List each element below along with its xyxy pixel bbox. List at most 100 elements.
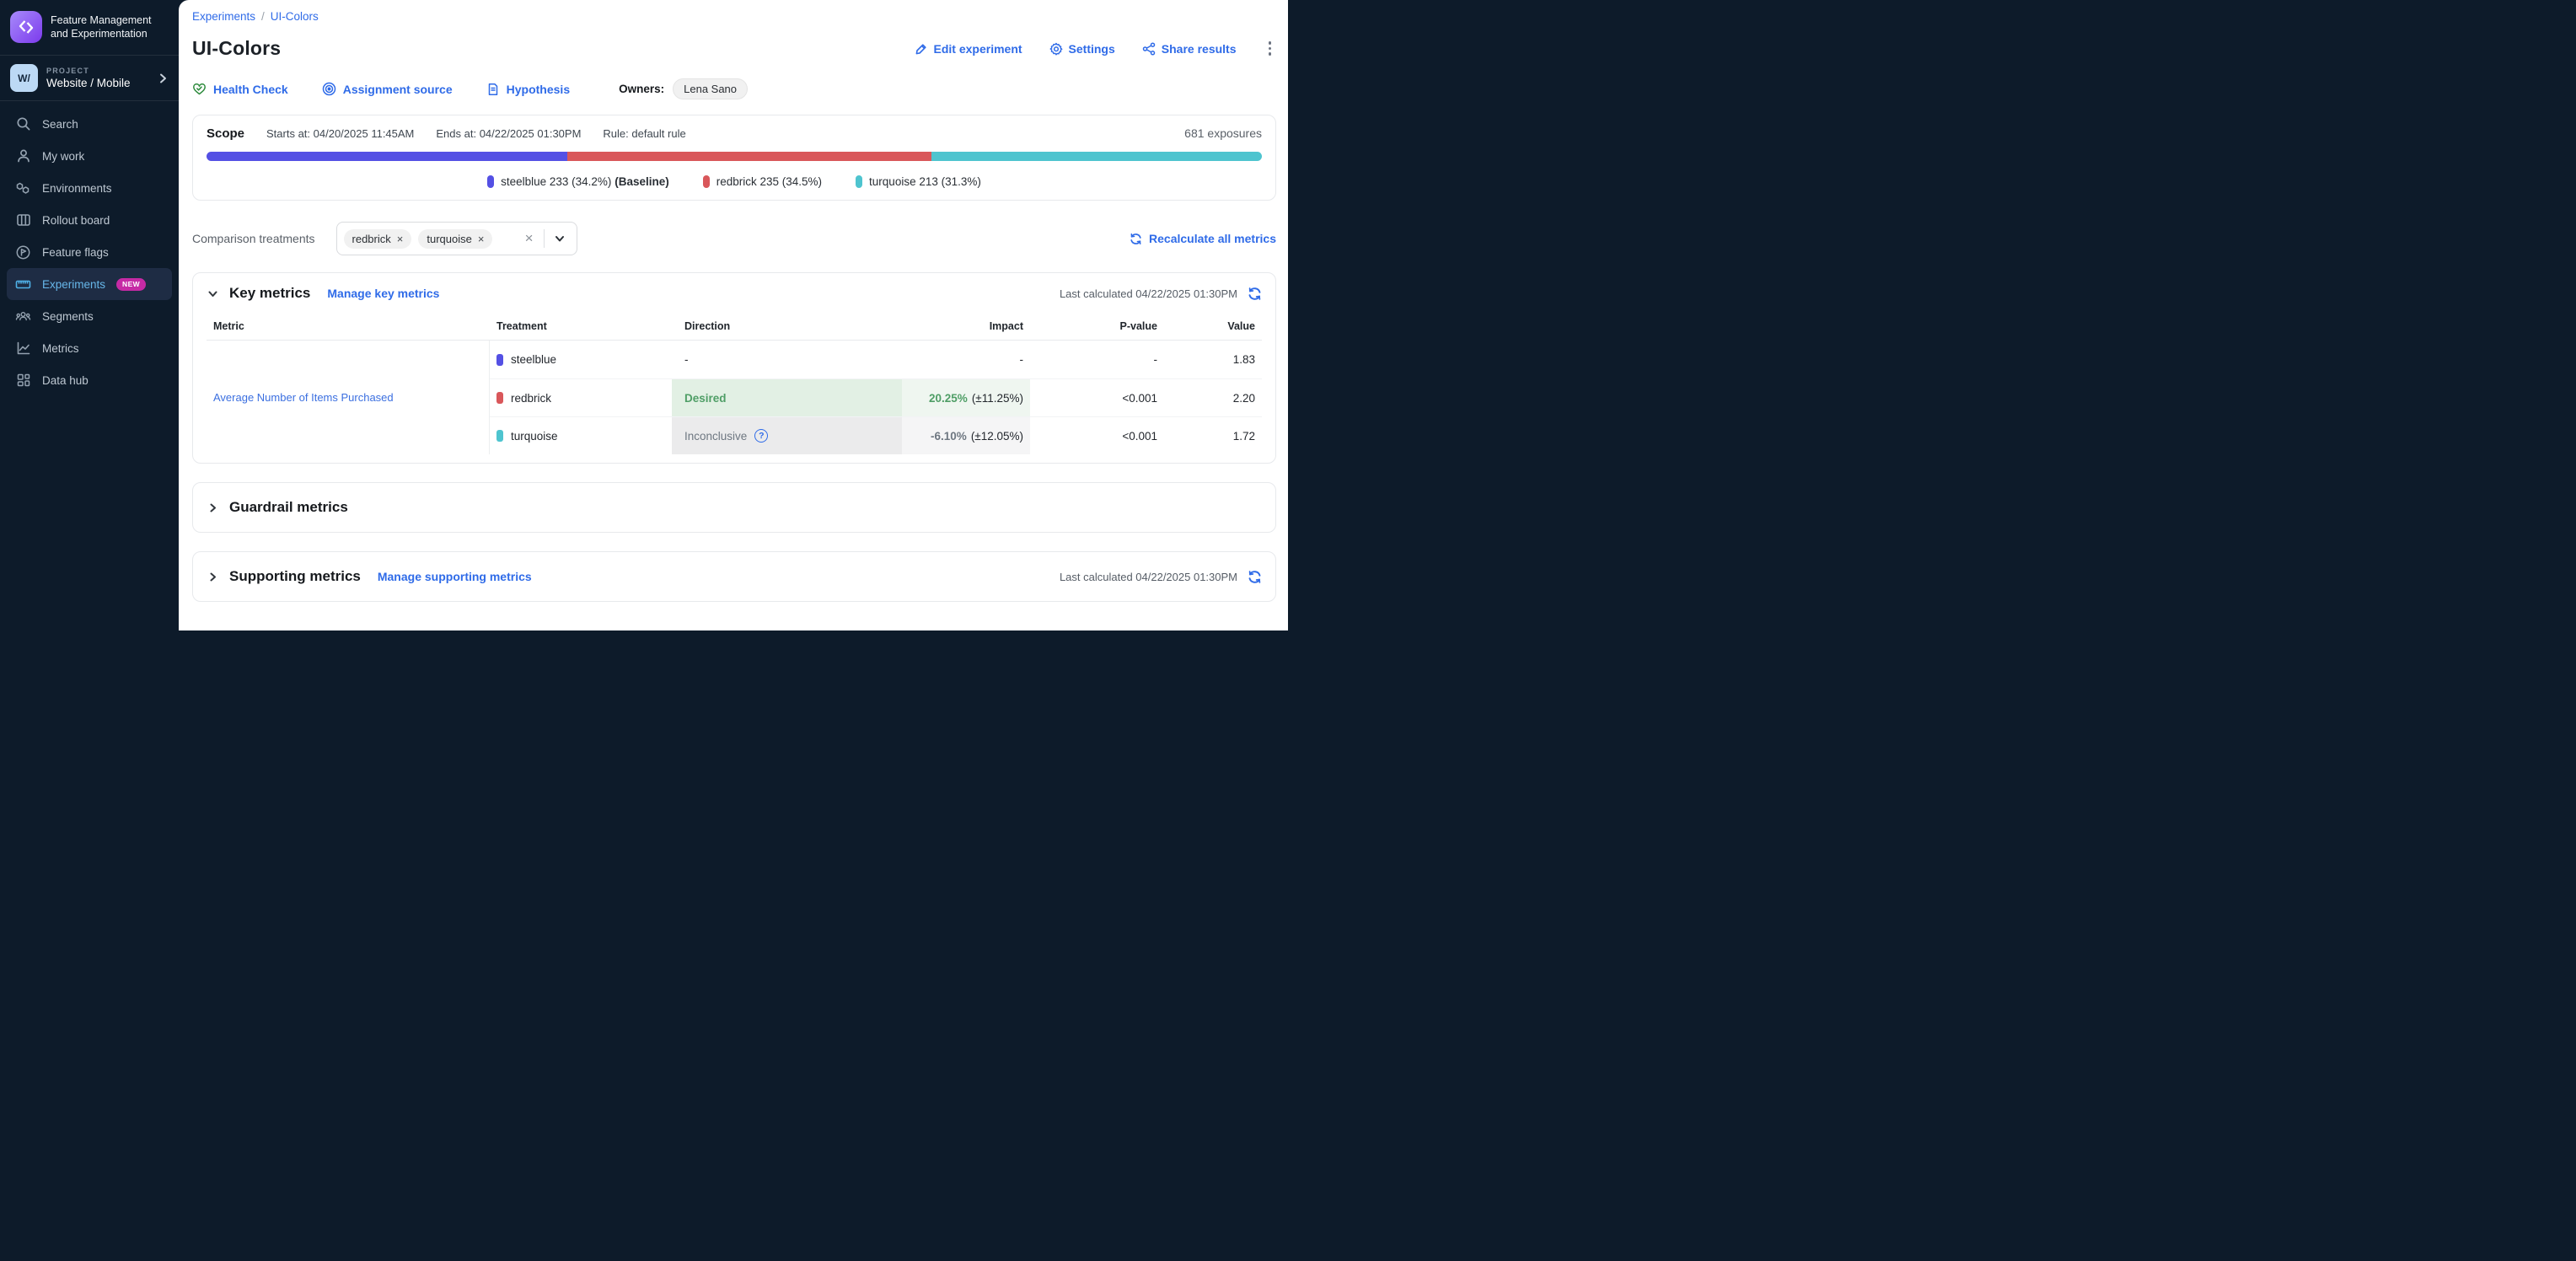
treatment-distribution-bar — [207, 152, 1262, 161]
health-check-link[interactable]: Health Check — [192, 82, 288, 96]
column-impact: Impact — [902, 320, 1030, 332]
comparison-treatments-select[interactable]: redbrick× turquoise× × — [336, 222, 577, 255]
direction-cell-desired: Desired — [672, 378, 902, 416]
project-badge: W/ — [10, 64, 38, 92]
scope-card: Scope Starts at: 04/20/2025 11:45AM Ends… — [192, 115, 1276, 201]
hypothesis-label: Hypothesis — [507, 83, 570, 96]
line-chart-icon — [15, 341, 31, 357]
edit-experiment-button[interactable]: Edit experiment — [915, 42, 1022, 56]
remove-turquoise-icon[interactable]: × — [478, 233, 485, 245]
last-calculated-text: Last calculated 04/22/2025 01:30PM — [1060, 287, 1237, 300]
assignment-source-label: Assignment source — [343, 83, 453, 96]
collapse-key-metrics-icon[interactable] — [207, 287, 219, 300]
scope-title: Scope — [207, 126, 244, 141]
sidebar-item-label: Feature flags — [42, 246, 109, 259]
breadcrumb-current-link[interactable]: UI-Colors — [271, 10, 319, 23]
recalculate-all-metrics-button[interactable]: Recalculate all metrics — [1130, 232, 1276, 245]
divider — [544, 229, 545, 248]
column-pvalue: P-value — [1030, 320, 1164, 332]
chip-turquoise: turquoise× — [418, 229, 492, 249]
sidebar-item-data-hub[interactable]: Data hub — [7, 364, 172, 396]
chevron-down-icon[interactable] — [551, 233, 568, 244]
columns-icon — [15, 212, 31, 228]
metric-link[interactable]: Average Number of Items Purchased — [213, 391, 394, 404]
sidebar-item-environments[interactable]: Environments — [7, 172, 172, 204]
more-options-button[interactable] — [1264, 40, 1277, 57]
gear-icon — [1049, 42, 1063, 56]
question-circle-icon[interactable]: ? — [754, 429, 768, 443]
value-cell: 2.20 — [1164, 378, 1262, 416]
hypothesis-link[interactable]: Hypothesis — [486, 83, 570, 96]
treatment-cell-steelblue: steelblue — [490, 341, 672, 378]
table-header: Metric Treatment Direction Impact P-valu… — [207, 312, 1262, 341]
owners-label: Owners: — [619, 83, 664, 95]
refresh-supporting-metrics-icon[interactable] — [1248, 570, 1262, 584]
chevron-right-icon — [157, 72, 169, 84]
pencil-icon — [915, 42, 928, 56]
sidebar-item-label: My work — [42, 150, 84, 163]
treatment-swatch — [496, 354, 503, 366]
comparison-treatments-label: Comparison treatments — [192, 232, 315, 245]
pvalue-cell: <0.001 — [1030, 378, 1164, 416]
chip-redbrick: redbrick× — [344, 229, 412, 249]
refresh-key-metrics-icon[interactable] — [1248, 287, 1262, 301]
recalculate-label: Recalculate all metrics — [1149, 232, 1276, 245]
legend-item-steelblue: steelblue 233 (34.2%) (Baseline) — [487, 175, 669, 188]
grid-icon — [15, 373, 31, 389]
direction-cell-inconclusive: Inconclusive ? — [672, 416, 902, 454]
legend-item-redbrick: redbrick 235 (34.5%) — [703, 175, 822, 188]
edit-experiment-label: Edit experiment — [934, 42, 1022, 56]
app-title: Feature Management and Experimentation — [51, 13, 160, 41]
key-metrics-table: Metric Treatment Direction Impact P-valu… — [207, 312, 1262, 454]
people-icon — [15, 309, 31, 325]
sidebar-item-rollout-board[interactable]: Rollout board — [7, 204, 172, 236]
breadcrumb-experiments-link[interactable]: Experiments — [192, 10, 255, 23]
manage-supporting-metrics-link[interactable]: Manage supporting metrics — [378, 570, 532, 583]
expand-supporting-metrics-icon[interactable] — [207, 571, 219, 583]
last-calculated-text: Last calculated 04/22/2025 01:30PM — [1060, 571, 1237, 583]
sidebar-item-label: Data hub — [42, 374, 89, 387]
remove-redbrick-icon[interactable]: × — [397, 233, 404, 245]
key-metrics-card: Key metrics Manage key metrics Last calc… — [192, 272, 1276, 464]
guardrail-metrics-card: Guardrail metrics — [192, 482, 1276, 533]
column-metric: Metric — [207, 320, 490, 332]
ruler-icon — [15, 276, 31, 292]
owner-chip[interactable]: Lena Sano — [673, 78, 748, 99]
project-switcher[interactable]: W/ PROJECT Website / Mobile — [0, 56, 179, 100]
sidebar: Feature Management and Experimentation W… — [0, 0, 179, 630]
environments-icon — [15, 180, 31, 196]
share-results-button[interactable]: Share results — [1142, 42, 1237, 56]
settings-button[interactable]: Settings — [1049, 42, 1115, 56]
expand-guardrail-metrics-icon[interactable] — [207, 502, 219, 514]
assignment-source-link[interactable]: Assignment source — [322, 82, 453, 96]
legend-swatch — [487, 175, 494, 188]
settings-label: Settings — [1069, 42, 1115, 56]
impact-cell: - — [902, 341, 1030, 378]
manage-key-metrics-link[interactable]: Manage key metrics — [327, 287, 439, 300]
clear-selection-icon[interactable]: × — [522, 230, 537, 247]
treatment-swatch — [496, 430, 503, 442]
column-direction: Direction — [672, 320, 902, 332]
sidebar-item-experiments[interactable]: Experiments NEW — [7, 268, 172, 300]
supporting-metrics-card: Supporting metrics Manage supporting met… — [192, 551, 1276, 602]
sidebar-item-my-work[interactable]: My work — [7, 140, 172, 172]
value-cell: 1.72 — [1164, 416, 1262, 454]
user-icon — [15, 148, 31, 164]
sidebar-item-label: Search — [42, 118, 78, 131]
main-content: Experiments / UI-Colors UI-Colors Edit e… — [179, 0, 1288, 630]
project-label: PROJECT — [46, 67, 148, 75]
app-logo-icon — [10, 11, 42, 43]
column-value: Value — [1164, 320, 1262, 332]
scope-rule: Rule: default rule — [603, 127, 685, 140]
bar-segment-turquoise — [931, 152, 1262, 161]
sidebar-item-feature-flags[interactable]: Feature flags — [7, 236, 172, 268]
pvalue-cell: <0.001 — [1030, 416, 1164, 454]
treatment-legend: steelblue 233 (34.2%) (Baseline) redbric… — [207, 175, 1262, 188]
legend-swatch — [703, 175, 710, 188]
treatment-cell-redbrick: redbrick — [490, 378, 672, 416]
health-check-label: Health Check — [213, 83, 288, 96]
sidebar-item-metrics[interactable]: Metrics — [7, 332, 172, 364]
sidebar-item-segments[interactable]: Segments — [7, 300, 172, 332]
sidebar-item-search[interactable]: Search — [7, 108, 172, 140]
bullseye-icon — [322, 82, 336, 96]
